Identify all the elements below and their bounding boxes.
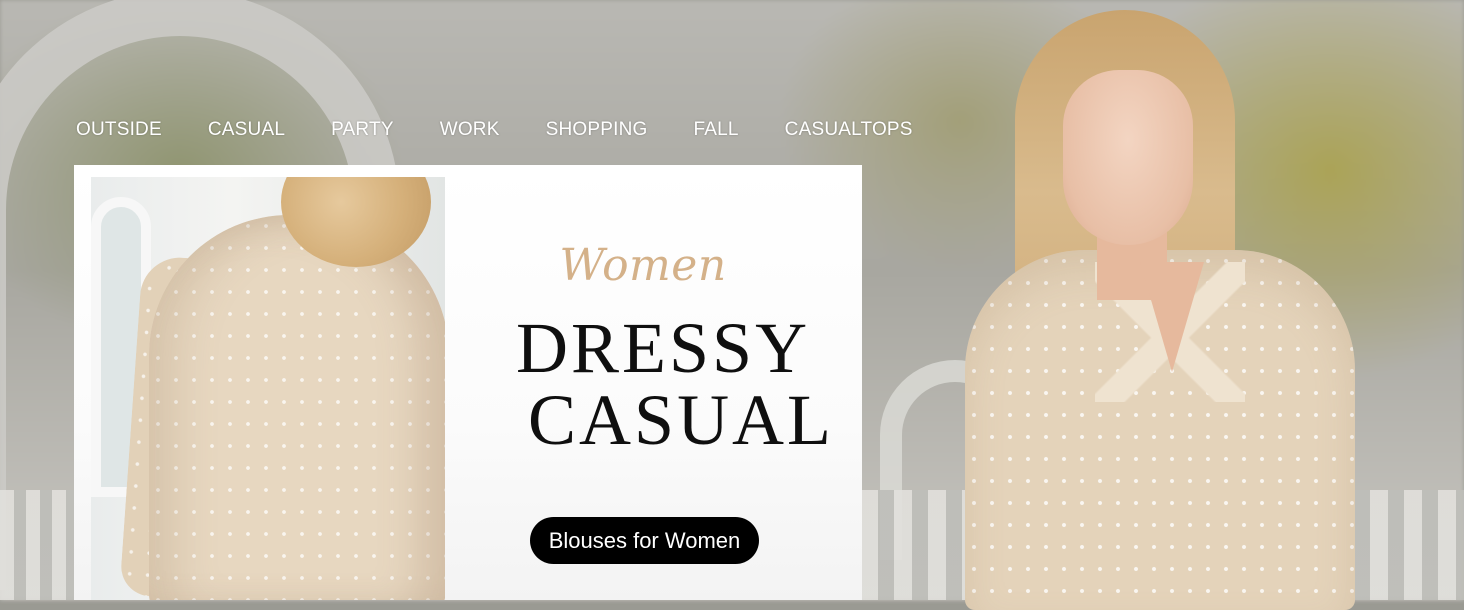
model-face [1063,70,1193,245]
nav-item-shopping[interactable]: SHOPPING [546,119,648,141]
nav-item-work[interactable]: WORK [440,119,500,141]
shop-blouses-button[interactable]: Blouses for Women [530,517,759,564]
model-v-neckline [1140,262,1204,372]
nav-item-casual[interactable]: CASUAL [208,119,285,141]
product-back-view-image [91,177,445,600]
hero-headline-line1: DRESSY [516,308,811,388]
nav-item-fall[interactable]: FALL [694,119,739,141]
nav-item-outside[interactable]: OUTSIDE [76,119,162,141]
nav-item-party[interactable]: PARTY [331,119,394,141]
background-balustrade-left [0,490,74,600]
hero-eyebrow: Women [559,240,727,291]
image-blouse-back [149,215,445,600]
model-front-image [945,0,1375,610]
hero-headline-line2: CASUAL [528,380,835,460]
category-nav: OUTSIDE CASUAL PARTY WORK SHOPPING FALL … [76,117,913,143]
nav-item-casualtops[interactable]: CASUALTOPS [785,119,913,141]
